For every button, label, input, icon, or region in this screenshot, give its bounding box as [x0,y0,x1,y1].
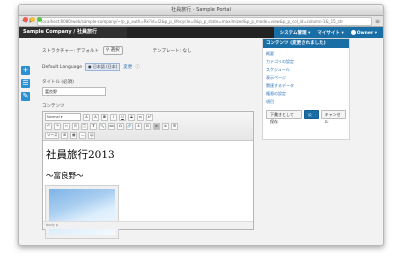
find-icon[interactable]: 🔍 [99,122,106,130]
copy-icon[interactable]: ⎘ [72,122,79,130]
replace-icon[interactable]: ab [108,122,115,130]
source-button[interactable]: ソース [45,131,60,139]
dockbar: Sample Company / 社員旅行 システム管理 ▾ マイサイト ▾ O… [19,27,383,38]
language-row: Default Language ● 日本語 (日本) 変更 ⓘ [42,63,252,71]
embedded-image[interactable] [45,185,119,239]
panel-link-related[interactable]: 関連するデータ [263,82,349,90]
paste-icon[interactable]: 📋 [81,122,88,130]
search-icon: ⚲ [105,48,110,53]
edit-icon[interactable]: ✎ [21,92,30,101]
document-subheading: 〜富良野〜 [46,171,84,180]
panel-actions: 下書きとして保存 公開 キャンセル [263,108,349,124]
minimize-window-button[interactable] [30,17,35,22]
add-icon[interactable]: + [21,66,30,75]
content-side-panel: コンテンツ (変更されました) 概要 カテゴリの設定 スケジュール 表示ページ … [262,38,350,140]
menu-icon[interactable]: ≡ [375,18,380,25]
my-sites-menu[interactable]: マイサイト ▾ [317,30,343,36]
redo-icon[interactable]: ↷ [54,122,61,130]
rich-text-editor: Normal ▾ A A B I U S x₂ x² ↶ ↷ ✂ ⎘ 📋 𝐓 🔍… [42,111,254,239]
superscript-icon[interactable]: x² [146,113,153,121]
image-icon[interactable]: ▦ [70,131,78,139]
site-name[interactable]: Sample Company / 社員旅行 [19,27,127,38]
panel-link-summary[interactable]: 概要 [263,50,349,58]
link-icon[interactable]: 🔗 [126,122,133,130]
smiley-icon[interactable]: ☺ [88,131,96,139]
special-char-icon[interactable]: Ω [117,122,124,130]
cancel-button[interactable]: キャンセル [320,110,346,124]
structure-row: ストラクチャー: デフォルト ⚲ 選択 テンプレート: なし [42,46,252,55]
flag-icon: ● [88,64,92,69]
align-right-icon[interactable]: ☰ [171,122,178,130]
subscript-icon[interactable]: x₂ [137,113,144,121]
change-language-link[interactable]: 変更 [123,64,132,70]
user-menu[interactable]: Owner ▾ [350,29,377,36]
align-center-icon[interactable]: ≣ [162,122,169,130]
zoom-window-button[interactable] [37,17,42,22]
cut-icon[interactable]: ✂ [63,122,70,130]
document-heading: 社員旅行2013 [46,149,115,161]
strike-icon[interactable]: S [128,113,135,121]
save-draft-button[interactable]: 下書きとして保存 [266,110,302,124]
content-label: コンテンツ [42,104,65,109]
paste-text-icon[interactable]: 𝐓 [90,122,97,130]
panel-link-permissions[interactable]: 権限の設定 [263,90,349,98]
italic-icon[interactable]: I [110,113,117,121]
panel-link-items[interactable]: 項目 [263,98,349,106]
default-language-label: Default Language [42,64,83,70]
panel-link-display-page[interactable]: 表示ページ [263,74,349,82]
avatar [350,29,356,35]
format-select[interactable]: Normal ▾ [45,113,81,121]
admin-menu[interactable]: システム管理 ▾ [280,30,311,36]
bold-icon[interactable]: B [101,113,108,121]
url-field[interactable]: localhost:8080/web/sample-company/~/p_p_… [37,16,372,26]
bg-color-icon[interactable]: A [92,113,99,121]
dockbar-menu: システム管理 ▾ マイサイト ▾ Owner ▾ [273,27,383,38]
rte-toolbar: Normal ▾ A A B I U S x₂ x² ↶ ↷ ✂ ⎘ 📋 𝐓 🔍… [43,112,253,141]
address-bar: ◀ ▶ localhost:8080/web/sample-company/~/… [19,16,383,27]
structure-label: ストラクチャー: デフォルト [42,48,99,54]
language-chip: ● 日本語 (日本) [85,63,121,71]
table-icon[interactable]: ⊞ [61,131,69,139]
window-title: 社員旅行 - Sample Portal [171,7,231,13]
undo-icon[interactable]: ↶ [45,122,52,130]
panel-link-schedule[interactable]: スケジュール [263,66,349,74]
browser-window: 社員旅行 - Sample Portal ◀ ▶ localhost:8080/… [18,4,384,246]
toolbar-row-1: Normal ▾ A A B I U S x₂ x² [45,113,251,121]
title-input[interactable]: 富良野 [42,87,106,96]
toolbar-row-3: ソース ⊞ ▦ — ☺ [45,131,251,139]
font-color-icon[interactable]: A [83,113,90,121]
help-icon[interactable]: ⓘ [135,64,140,70]
template-label: テンプレート: なし [152,48,192,54]
anchor-icon[interactable]: ⚓ [135,122,142,130]
align-left-icon[interactable]: ≡ [153,122,160,130]
panel-link-categories[interactable]: カテゴリの設定 [263,58,349,66]
publish-button[interactable]: 公開 [303,110,319,124]
left-toolbar: + ☰ ✎ [21,66,31,105]
toolbar-row-2: ↶ ↷ ✂ ⎘ 📋 𝐓 🔍 ab Ω 🔗 ⚓ ⊟ ≡ ≣ ☰ [45,122,251,130]
window-titlebar: 社員旅行 - Sample Portal [19,5,383,22]
rte-status-bar: body p [43,221,253,229]
panel-header: コンテンツ (変更されました) [263,39,349,48]
select-structure-button[interactable]: ⚲ 選択 [102,46,123,55]
close-window-button[interactable] [23,17,28,22]
list-icon[interactable]: ☰ [21,79,30,88]
page-content: + ☰ ✎ ストラクチャー: デフォルト ⚲ 選択 テンプレート: なし Def… [19,38,383,245]
content-editor: ストラクチャー: デフォルト ⚲ 選択 テンプレート: なし Default L… [42,38,254,239]
horizontal-rule-icon[interactable]: — [79,131,87,139]
title-label: タイトル (必須) [42,80,74,85]
unlink-icon[interactable]: ⊟ [144,122,151,130]
underline-icon[interactable]: U [119,113,126,121]
